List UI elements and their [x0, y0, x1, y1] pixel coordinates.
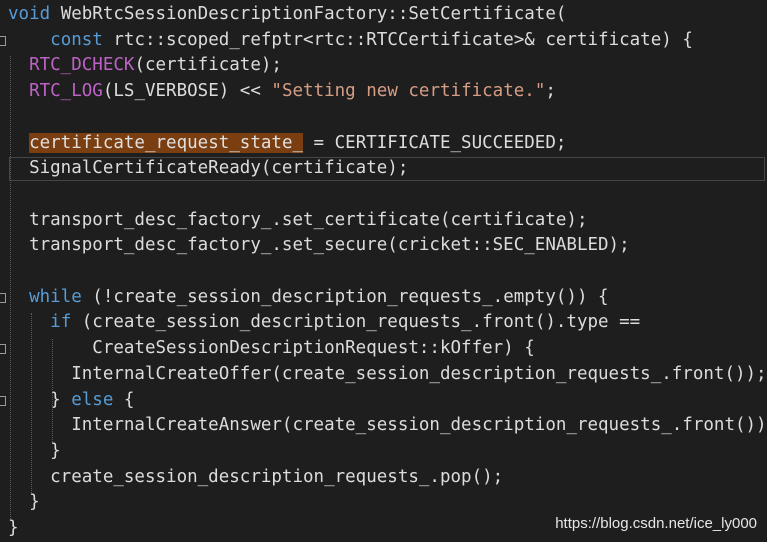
- code-text: InternalCreateOffer(create_session_descr…: [8, 362, 767, 388]
- code-token: WebRtcSessionDescriptionFactory::SetCert…: [50, 4, 567, 24]
- watermark: https://blog.csdn.net/ice_ly000: [555, 515, 757, 532]
- code-text: }: [8, 439, 61, 465]
- code-text: transport_desc_factory_.set_secure(crick…: [8, 233, 630, 259]
- keyword-token: if: [50, 312, 72, 333]
- code-line[interactable]: const rtc::scoped_refptr<rtc::RTCCertifi…: [0, 28, 767, 54]
- code-line[interactable]: }: [0, 439, 767, 465]
- code-token: }: [8, 492, 40, 513]
- code-text: const rtc::scoped_refptr<rtc::RTCCertifi…: [8, 28, 693, 54]
- code-line[interactable]: RTC_LOG(LS_VERBOSE) << "Setting new cert…: [0, 79, 767, 105]
- code-text: while (!create_session_description_reque…: [8, 285, 609, 311]
- code-text: RTC_DCHECK(certificate);: [8, 53, 282, 79]
- keyword-token: else: [71, 389, 114, 410]
- code-line[interactable]: CreateSessionDescriptionRequest::kOffer)…: [0, 336, 767, 362]
- code-line[interactable]: SignalCertificateReady(certificate);: [0, 156, 767, 182]
- code-token: create_session_description_requests_.pop…: [8, 466, 504, 487]
- keyword-token: const: [50, 29, 103, 50]
- code-line[interactable]: [0, 259, 767, 285]
- string-token: "Setting new certificate.": [271, 81, 546, 102]
- code-token: = CERTIFICATE_SUCCEEDED;: [303, 132, 567, 153]
- code-token: (LS_VERBOSE) <<: [102, 81, 272, 102]
- code-text: transport_desc_factory_.set_certificate(…: [8, 208, 587, 234]
- code-token: ;: [545, 81, 556, 102]
- code-token: SignalCertificateReady(certificate);: [8, 158, 409, 179]
- keyword-token: while: [29, 286, 82, 307]
- code-token: (create_session_description_requests_.fr…: [71, 312, 641, 333]
- code-line[interactable]: while (!create_session_description_reque…: [0, 285, 767, 311]
- code-line[interactable]: } else {: [0, 388, 767, 414]
- code-text: SignalCertificateReady(certificate);: [8, 156, 408, 182]
- indent-guide: [52, 339, 53, 442]
- code-line[interactable]: InternalCreateOffer(create_session_descr…: [0, 362, 767, 388]
- code-line[interactable]: if (create_session_description_requests_…: [0, 310, 767, 336]
- code-token: CreateSessionDescriptionRequest::kOffer)…: [8, 338, 535, 359]
- code-token: InternalCreateOffer(create_session_descr…: [8, 363, 767, 384]
- highlighted-token: certificate_request_state_: [29, 132, 304, 153]
- code-text: if (create_session_description_requests_…: [8, 310, 640, 336]
- code-text: } else {: [8, 388, 134, 414]
- code-line[interactable]: transport_desc_factory_.set_certificate(…: [0, 208, 767, 234]
- indent-guide: [31, 313, 32, 494]
- code-token: {: [113, 389, 135, 410]
- code-text: InternalCreateAnswer(create_session_desc…: [8, 413, 767, 439]
- keyword-token: void: [8, 4, 51, 24]
- code-line[interactable]: RTC_DCHECK(certificate);: [0, 53, 767, 79]
- code-line[interactable]: certificate_request_state_ = CERTIFICATE…: [0, 131, 767, 157]
- code-token: (!create_session_description_requests_.e…: [81, 286, 609, 307]
- code-token: transport_desc_factory_.set_certificate(…: [8, 209, 588, 230]
- code-text: create_session_description_requests_.pop…: [8, 465, 503, 491]
- code-token: rtc::scoped_refptr<rtc::RTCCertificate>&…: [102, 29, 693, 50]
- code-token: }: [8, 389, 72, 410]
- code-token: }: [8, 440, 61, 461]
- code-text: RTC_LOG(LS_VERBOSE) << "Setting new cert…: [8, 79, 556, 105]
- code-line[interactable]: void WebRtcSessionDescriptionFactory::Se…: [0, 2, 767, 28]
- code-line[interactable]: InternalCreateAnswer(create_session_desc…: [0, 413, 767, 439]
- code-line[interactable]: [0, 105, 767, 131]
- code-token: InternalCreateAnswer(create_session_desc…: [8, 415, 767, 436]
- macro-token: RTC_LOG: [29, 81, 103, 102]
- code-line[interactable]: transport_desc_factory_.set_secure(crick…: [0, 233, 767, 259]
- code-text: certificate_request_state_ = CERTIFICATE…: [8, 131, 566, 157]
- code-text: void WebRtcSessionDescriptionFactory::Se…: [8, 2, 566, 28]
- code-text: }: [8, 516, 19, 542]
- code-line[interactable]: create_session_description_requests_.pop…: [0, 465, 767, 491]
- code-line[interactable]: [0, 182, 767, 208]
- code-editor[interactable]: void WebRtcSessionDescriptionFactory::Se…: [0, 0, 767, 542]
- code-text: }: [8, 490, 40, 516]
- indent-guide: [10, 56, 11, 519]
- code-token: }: [8, 518, 19, 538]
- code-text: CreateSessionDescriptionRequest::kOffer)…: [8, 336, 535, 362]
- macro-token: RTC_DCHECK: [29, 55, 135, 76]
- code-token: (certificate);: [134, 55, 282, 76]
- code-token: transport_desc_factory_.set_secure(crick…: [8, 235, 630, 256]
- code-line[interactable]: }: [0, 490, 767, 516]
